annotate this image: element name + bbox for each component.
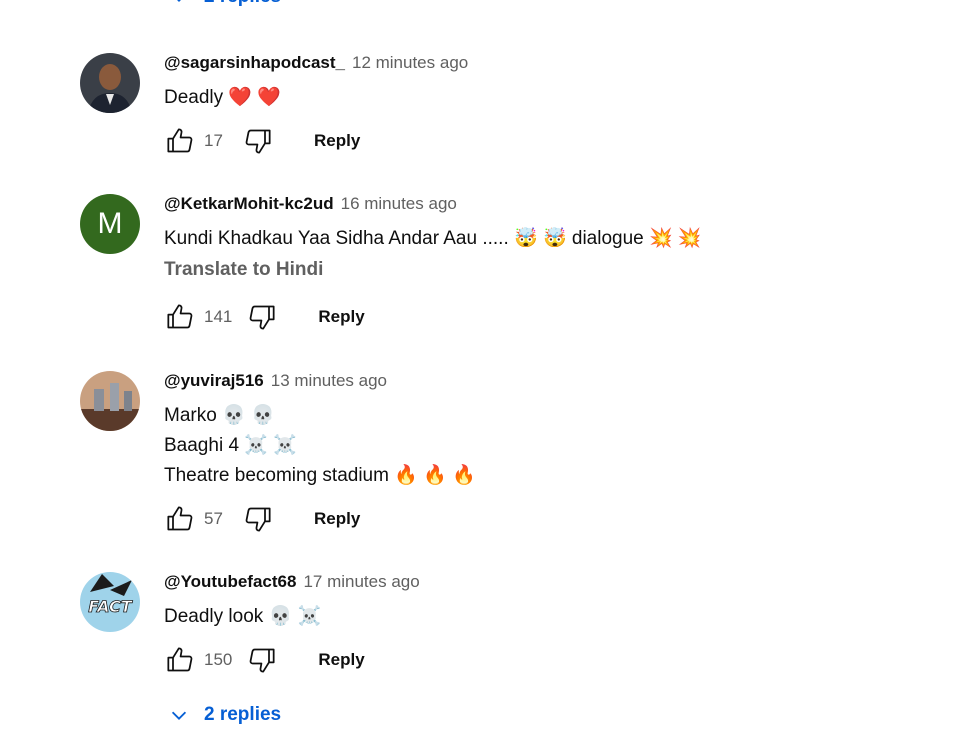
avatar[interactable] (80, 371, 140, 431)
comment-author[interactable]: @sagarsinhapodcast_ (164, 53, 345, 73)
like-button[interactable] (164, 125, 196, 157)
comment-author[interactable]: @yuviraj516 (164, 371, 264, 391)
dislike-button[interactable] (242, 503, 274, 535)
like-count: 57 (204, 509, 223, 528)
reply-button[interactable]: Reply (318, 307, 364, 327)
avatar-letter: M (97, 207, 123, 240)
reply-button[interactable]: Reply (314, 509, 360, 529)
user-photo-icon (80, 371, 140, 431)
thumbs-down-icon (250, 305, 275, 330)
comment-timestamp[interactable]: 17 minutes ago (303, 572, 419, 592)
comment-timestamp[interactable]: 13 minutes ago (271, 371, 387, 391)
like-count: 150 (204, 650, 233, 669)
replies-label: 2 replies (204, 0, 281, 8)
view-replies-button[interactable]: 2 replies (168, 704, 281, 726)
chevron-down-icon (171, 711, 187, 720)
comment-line: Deadly ❤️ ❤️ (164, 87, 282, 108)
dislike-button[interactable] (246, 644, 278, 676)
reply-button[interactable]: Reply (318, 650, 364, 670)
thumbs-up-icon (167, 128, 193, 153)
thumbs-down-icon (250, 648, 275, 673)
user-photo-icon (80, 53, 140, 113)
like-button[interactable] (164, 644, 196, 676)
comment-text: Deadly ❤️ ❤️ (164, 83, 944, 113)
thumbs-up-icon (167, 647, 193, 672)
comment-text: Marko 💀 💀 Baaghi 4 ☠️ ☠️ Theatre becomin… (164, 401, 944, 491)
comment-line: Kundi Khadkau Yaa Sidha Andar Aau ..... … (164, 228, 702, 249)
comment-text: Deadly look 💀 ☠️ (164, 602, 944, 632)
comment-timestamp[interactable]: 16 minutes ago (341, 194, 457, 214)
comment-author[interactable]: @Youtubefact68 (164, 572, 296, 592)
comment-actions: 57 Reply (164, 503, 944, 535)
fact-logo-icon: FACT (80, 572, 140, 632)
thumbs-down-icon (245, 129, 271, 154)
thumbs-up-icon (167, 506, 193, 531)
thumbs-up-icon (167, 304, 193, 329)
comment-line: Deadly look 💀 ☠️ (164, 606, 322, 627)
comment-actions: 141 Reply (164, 301, 944, 333)
like-count: 141 (204, 307, 233, 326)
chevron-down-icon (177, 0, 181, 2)
thumbs-down-icon (245, 507, 271, 532)
avatar[interactable]: FACT (80, 572, 140, 632)
like-button[interactable] (164, 301, 196, 333)
comment-actions: 150 Reply (164, 644, 944, 676)
translate-button[interactable]: Translate to Hindi (164, 259, 944, 289)
comment-timestamp[interactable]: 12 minutes ago (352, 53, 468, 73)
comment-text: Kundi Khadkau Yaa Sidha Andar Aau ..... … (164, 224, 944, 254)
like-count: 17 (204, 131, 223, 150)
avatar[interactable] (80, 53, 140, 113)
comment-line: Marko 💀 💀 (164, 405, 275, 426)
comment-line: Baaghi 4 ☠️ ☠️ (164, 435, 297, 456)
like-button[interactable] (164, 503, 196, 535)
reply-button[interactable]: Reply (314, 131, 360, 151)
comment-author[interactable]: @KetkarMohit-kc2ud (164, 194, 334, 214)
comment-actions: 17 Reply (164, 125, 944, 157)
replies-label: 2 replies (204, 704, 282, 725)
dislike-button[interactable] (246, 301, 278, 333)
dislike-button[interactable] (242, 125, 274, 157)
comment-line: Theatre becoming stadium 🔥 🔥 🔥 (164, 465, 476, 486)
svg-text:FACT: FACT (88, 597, 133, 616)
view-replies-button[interactable]: 2 replies (168, 0, 281, 8)
avatar[interactable]: M (80, 194, 140, 254)
